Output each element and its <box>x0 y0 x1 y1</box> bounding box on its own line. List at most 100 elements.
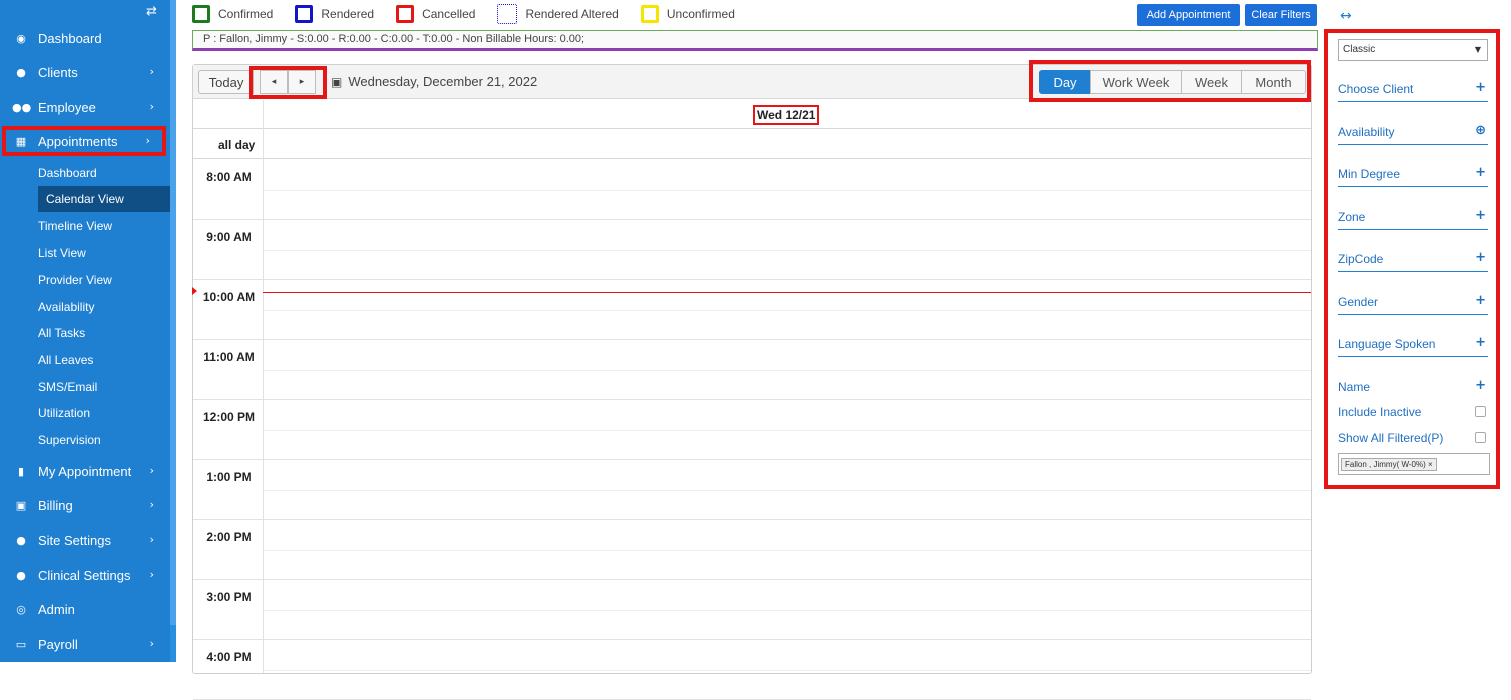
sidebar-item-label: Appointments <box>38 133 118 149</box>
sidebar-sub-all-tasks[interactable]: All Tasks <box>38 320 170 346</box>
sidebar-sub-dashboard[interactable]: Dashboard <box>38 160 170 186</box>
status-legend: Confirmed Rendered Cancelled Rendered Al… <box>192 4 757 24</box>
day-header-label[interactable]: Wed 12/21 <box>753 105 820 125</box>
plus-icon[interactable]: + <box>1475 250 1486 265</box>
include-inactive-checkbox-row[interactable]: Include Inactive <box>1338 402 1488 422</box>
prev-button[interactable]: ◂ <box>260 70 288 94</box>
hour-slot[interactable]: 1:00 PM <box>193 460 1311 520</box>
today-button[interactable]: Today <box>198 70 254 94</box>
selected-names-input[interactable]: Fallon , Jimmy( W-0%) × <box>1338 453 1490 475</box>
tag-remove-icon[interactable]: × <box>1428 460 1433 469</box>
user-icon: ● <box>16 65 26 79</box>
filter-availability[interactable]: Availability ⊕ <box>1338 119 1488 145</box>
sidebar: ⇄ ◉ Dashboard ● Clients › ●● Employee › ▦ Appo… <box>0 0 176 662</box>
sidebar-item-clients[interactable]: ● Clients › <box>0 57 170 87</box>
half-hour-line <box>263 550 1311 551</box>
add-appointment-button[interactable]: Add Appointment <box>1137 4 1240 26</box>
clear-filters-button[interactable]: Clear Filters <box>1245 4 1317 26</box>
hour-slot[interactable]: 9:00 AM <box>193 220 1311 280</box>
view-week-button[interactable]: Week <box>1181 70 1242 94</box>
half-hour-line <box>263 250 1311 251</box>
plus-icon[interactable]: + <box>1475 80 1486 95</box>
hour-label: 10:00 AM <box>202 290 256 304</box>
filter-name[interactable]: Name + <box>1338 374 1488 400</box>
sidebar-sub-all-leaves[interactable]: All Leaves <box>38 347 170 373</box>
sidebar-item-clinical-settings[interactable]: ● Clinical Settings › <box>0 560 170 590</box>
sidebar-item-label: My Appointment <box>38 463 132 479</box>
selected-name-tag[interactable]: Fallon , Jimmy( W-0%) × <box>1341 458 1437 471</box>
hour-slot[interactable]: 2:00 PM <box>193 520 1311 580</box>
filter-min-degree[interactable]: Min Degree + <box>1338 161 1488 187</box>
sidebar-sub-timeline-view[interactable]: Timeline View <box>38 213 170 239</box>
view-day-button[interactable]: Day <box>1039 70 1091 94</box>
hour-label: 9:00 AM <box>206 230 252 244</box>
sidebar-item-appointments[interactable]: ▦ Appointments › <box>2 126 166 156</box>
filter-label: Language Spoken <box>1338 336 1436 351</box>
sidebar-item-label: Clinical Settings <box>38 567 131 583</box>
sidebar-sub-list-view[interactable]: List View <box>38 240 170 266</box>
chevron-right-icon: › <box>149 498 154 511</box>
filter-choose-client[interactable]: Choose Client + <box>1338 76 1488 102</box>
half-hour-line <box>263 430 1311 431</box>
filter-zipcode[interactable]: ZipCode + <box>1338 246 1488 272</box>
plus-icon[interactable]: + <box>1475 335 1486 350</box>
unconfirmed-swatch <box>640 5 659 23</box>
all-day-row[interactable]: all day <box>193 129 1311 159</box>
view-mode-select[interactable]: Classic ▼ <box>1338 39 1488 61</box>
legend-rendered: Rendered <box>295 5 374 23</box>
show-all-filtered-checkbox-row[interactable]: Show All Filtered(P) <box>1338 428 1488 448</box>
next-button[interactable]: ▸ <box>288 70 316 94</box>
filter-language-spoken[interactable]: Language Spoken + <box>1338 331 1488 357</box>
include-inactive-checkbox[interactable] <box>1475 406 1486 417</box>
swap-arrows-icon[interactable]: ⇄ <box>146 4 162 19</box>
checkbox-label: Include Inactive <box>1338 405 1422 419</box>
sidebar-item-billing[interactable]: ▣ Billing › <box>0 490 170 520</box>
hour-slot[interactable]: 3:00 PM <box>193 580 1311 640</box>
sidebar-sub-provider-view[interactable]: Provider View <box>38 267 170 293</box>
sidebar-item-label: Dashboard <box>38 30 102 46</box>
sidebar-item-my-appointment[interactable]: ▮ My Appointment › <box>0 456 170 486</box>
legend-label: Rendered <box>321 7 375 21</box>
plus-icon[interactable]: + <box>1475 165 1486 180</box>
chevron-right-icon: › <box>149 65 154 78</box>
current-time-marker <box>192 287 197 295</box>
sidebar-scrollbar[interactable] <box>170 0 176 662</box>
sidebar-item-employee[interactable]: ●● Employee › <box>0 92 170 122</box>
sidebar-item-dashboard[interactable]: ◉ Dashboard <box>0 23 170 53</box>
filter-label: Gender <box>1338 294 1379 309</box>
sidebar-sub-availability[interactable]: Availability <box>38 294 170 320</box>
hour-label: 8:00 AM <box>206 170 252 184</box>
current-date: ▣ Wednesday, December 21, 2022 <box>331 74 537 89</box>
chevron-right-icon: › <box>149 637 154 650</box>
sidebar-sub-supervision[interactable]: Supervision <box>38 427 170 453</box>
expand-horizontal-icon[interactable]: ↔ <box>1340 8 1352 24</box>
sidebar-sub-utilization[interactable]: Utilization <box>38 400 170 426</box>
sidebar-item-label: Employee <box>38 99 96 115</box>
hour-slot[interactable]: 12:00 PM <box>193 400 1311 460</box>
hour-slot[interactable]: 8:00 AM <box>193 160 1311 220</box>
cancelled-swatch <box>396 5 415 23</box>
sidebar-sub-calendar-view[interactable]: Calendar View <box>38 186 170 212</box>
sidebar-item-admin[interactable]: ◎ Admin <box>0 594 170 624</box>
sidebar-scroll-thumb[interactable] <box>170 0 176 625</box>
sidebar-item-site-settings[interactable]: ● Site Settings › <box>0 525 170 555</box>
credit-card-icon: ▭ <box>15 637 27 651</box>
hour-slot[interactable]: 4:00 PM <box>193 640 1311 700</box>
filter-zone[interactable]: Zone + <box>1338 204 1488 230</box>
view-month-button[interactable]: Month <box>1241 70 1306 94</box>
filter-gender[interactable]: Gender + <box>1338 289 1488 315</box>
hour-slot[interactable]: 10:00 AM <box>193 280 1311 340</box>
search-plus-icon[interactable]: ⊕ <box>1475 123 1486 138</box>
plus-icon[interactable]: + <box>1475 208 1486 223</box>
hour-slot[interactable]: 11:00 AM <box>193 340 1311 400</box>
all-day-label: all day <box>218 138 256 152</box>
show-all-filtered-checkbox[interactable] <box>1475 432 1486 443</box>
chevron-right-icon: › <box>149 533 154 546</box>
legend-rendered-altered: Rendered Altered <box>497 4 619 24</box>
sidebar-sub-sms-email[interactable]: SMS/Email <box>38 374 170 400</box>
plus-icon[interactable]: + <box>1475 293 1486 308</box>
plus-icon[interactable]: + <box>1475 378 1486 393</box>
view-work-week-button[interactable]: Work Week <box>1090 70 1182 94</box>
sidebar-item-payroll[interactable]: ▭ Payroll › <box>0 629 170 659</box>
half-hour-line <box>263 670 1311 671</box>
